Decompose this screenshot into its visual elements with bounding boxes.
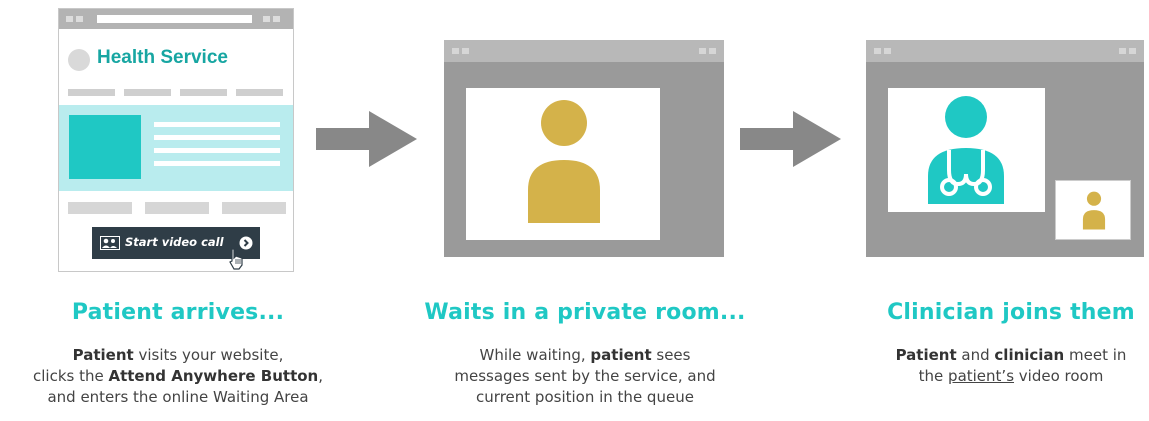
nav-item-placeholder [124,89,171,96]
arrow-right-icon [740,111,841,167]
start-video-call-label: Start video call [125,235,224,249]
arrow-right-icon [316,111,417,167]
content-placeholder [68,202,132,214]
site-logo-icon [68,49,90,71]
window-control-icon [273,16,280,22]
content-placeholder [145,202,209,214]
description-line: clicks the Attend Anywhere Button, [32,367,324,385]
video-call-icon [100,236,120,250]
step2-heading: Waits in a private room... [424,300,746,325]
step3-heading: Clinician joins them [887,300,1135,325]
description-line: current position in the queue [476,388,694,406]
hero-text-line [154,161,280,166]
step3-description: Patient and clinician meet in the patient… [816,345,1149,387]
patient-video-panel [466,88,660,240]
window-control-icon [462,48,469,54]
step1-heading: Patient arrives... [71,300,285,325]
window-control-icon [884,48,891,54]
cursor-icon [229,248,243,270]
hero-text-line [154,135,280,140]
window-titlebar [444,40,724,62]
description-line: While waiting, patient sees [479,346,691,364]
description-line: Patient visits your website, [72,346,284,364]
description-line: the patient’s video room [918,367,1104,385]
patient-avatar-icon [1082,191,1106,230]
step2-description: While waiting, patient sees messages sent… [390,345,780,408]
nav-item-placeholder [68,89,115,96]
video-room-window [866,40,1144,257]
waiting-room-window [444,40,724,257]
site-title: Health Service [97,47,228,68]
window-control-icon [66,16,73,22]
description-line: messages sent by the service, and [454,367,716,385]
patient-avatar-icon [528,100,600,223]
hero-text-line [154,148,280,153]
window-control-icon [452,48,459,54]
step1-description: Patient visits your website, clicks the A… [0,345,373,408]
patient-thumbnail-panel [1055,180,1131,240]
window-control-icon [76,16,83,22]
clinician-video-panel [888,88,1045,212]
website-mockup: Health Service Start video call [58,8,294,272]
window-control-icon [874,48,881,54]
window-control-icon [1129,48,1136,54]
description-line: and enters the online Waiting Area [47,388,309,406]
nav-item-placeholder [236,89,283,96]
hero-text-line [154,122,280,127]
window-control-icon [1119,48,1126,54]
nav-item-placeholder [180,89,227,96]
hero-image-placeholder [69,115,141,179]
window-titlebar [866,40,1144,62]
window-control-icon [699,48,706,54]
doctor-stethoscope-icon [928,96,1004,204]
window-control-icon [263,16,270,22]
address-bar [97,15,252,23]
window-control-icon [709,48,716,54]
description-line: Patient and clinician meet in [895,346,1127,364]
content-placeholder [222,202,286,214]
